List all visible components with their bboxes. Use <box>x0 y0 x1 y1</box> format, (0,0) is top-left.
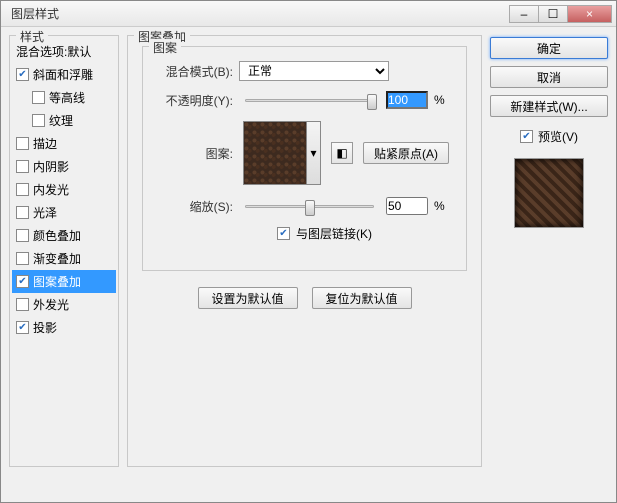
style-label-2: 等高线 <box>49 89 85 106</box>
style-label-1: 斜面和浮雕 <box>33 66 93 83</box>
styles-list: 样式 混合选项:默认斜面和浮雕等高线纹理描边内阴影内发光光泽颜色叠加渐变叠加图案… <box>9 35 119 467</box>
close-button[interactable]: × <box>567 5 612 23</box>
ok-button[interactable]: 确定 <box>490 37 608 59</box>
set-default-button[interactable]: 设置为默认值 <box>198 287 298 309</box>
titlebar[interactable]: 图层样式 – ☐ × <box>1 1 616 27</box>
style-label-3: 纹理 <box>49 112 73 129</box>
blend-mode-select[interactable]: 正常 <box>239 61 389 81</box>
style-label-6: 内发光 <box>33 181 69 198</box>
style-item-7[interactable]: 光泽 <box>12 201 116 224</box>
style-label-0: 混合选项:默认 <box>16 43 91 60</box>
style-label-8: 颜色叠加 <box>33 227 81 244</box>
style-item-2[interactable]: 等高线 <box>12 86 116 109</box>
opacity-pct: % <box>434 93 454 107</box>
pattern-overlay-panel: 图案叠加 图案 混合模式(B): 正常 不透明度(Y): <box>127 35 482 467</box>
reset-default-button[interactable]: 复位为默认值 <box>312 287 412 309</box>
style-label-7: 光泽 <box>33 204 57 221</box>
style-label-10: 图案叠加 <box>33 273 81 290</box>
style-checkbox-6[interactable] <box>16 183 29 196</box>
style-checkbox-10[interactable] <box>16 275 29 288</box>
scale-label: 缩放(S): <box>155 198 233 215</box>
style-checkbox-2[interactable] <box>32 91 45 104</box>
style-label-9: 渐变叠加 <box>33 250 81 267</box>
style-label-5: 内阴影 <box>33 158 69 175</box>
inner-legend: 图案 <box>149 39 181 56</box>
opacity-thumb[interactable] <box>367 94 377 110</box>
scale-input[interactable] <box>386 197 428 215</box>
style-checkbox-9[interactable] <box>16 252 29 265</box>
style-checkbox-8[interactable] <box>16 229 29 242</box>
opacity-input[interactable] <box>386 91 428 109</box>
scale-thumb[interactable] <box>305 200 315 216</box>
preview-image <box>514 158 584 228</box>
opacity-label: 不透明度(Y): <box>155 92 233 109</box>
window-title: 图层样式 <box>5 5 59 22</box>
style-item-10[interactable]: 图案叠加 <box>12 270 116 293</box>
opacity-slider[interactable] <box>245 99 374 102</box>
style-item-1[interactable]: 斜面和浮雕 <box>12 63 116 86</box>
link-layer-label: 与图层链接(K) <box>296 225 372 242</box>
style-checkbox-7[interactable] <box>16 206 29 219</box>
preview-checkbox[interactable] <box>520 130 533 143</box>
style-item-3[interactable]: 纹理 <box>12 109 116 132</box>
style-checkbox-11[interactable] <box>16 298 29 311</box>
style-checkbox-5[interactable] <box>16 160 29 173</box>
style-item-5[interactable]: 内阴影 <box>12 155 116 178</box>
style-item-8[interactable]: 颜色叠加 <box>12 224 116 247</box>
style-checkbox-4[interactable] <box>16 137 29 150</box>
scale-slider[interactable] <box>245 205 374 208</box>
style-item-11[interactable]: 外发光 <box>12 293 116 316</box>
style-checkbox-12[interactable] <box>16 321 29 334</box>
scale-pct: % <box>434 199 454 213</box>
link-layer-checkbox[interactable] <box>277 227 290 240</box>
style-label-4: 描边 <box>33 135 57 152</box>
pattern-group: 图案 混合模式(B): 正常 不透明度(Y): % <box>142 46 467 271</box>
new-style-button[interactable]: 新建样式(W)... <box>490 95 608 117</box>
style-item-9[interactable]: 渐变叠加 <box>12 247 116 270</box>
style-item-4[interactable]: 描边 <box>12 132 116 155</box>
preview-label: 预览(V) <box>538 128 578 145</box>
cancel-button[interactable]: 取消 <box>490 66 608 88</box>
style-label-12: 投影 <box>33 319 57 336</box>
pattern-swatch[interactable] <box>243 121 307 185</box>
new-pattern-icon[interactable]: ◧ <box>331 142 353 164</box>
style-item-12[interactable]: 投影 <box>12 316 116 339</box>
style-checkbox-3[interactable] <box>32 114 45 127</box>
pattern-label: 图案: <box>155 145 233 162</box>
pattern-dropdown[interactable]: ▾ <box>307 121 321 185</box>
style-label-11: 外发光 <box>33 296 69 313</box>
minimize-button[interactable]: – <box>509 5 539 23</box>
styles-legend: 样式 <box>16 28 48 45</box>
style-checkbox-1[interactable] <box>16 68 29 81</box>
style-item-6[interactable]: 内发光 <box>12 178 116 201</box>
layer-style-dialog: 图层样式 – ☐ × 样式 混合选项:默认斜面和浮雕等高线纹理描边内阴影内发光光… <box>0 0 617 503</box>
blend-mode-label: 混合模式(B): <box>155 63 233 80</box>
snap-origin-button[interactable]: 贴紧原点(A) <box>363 142 449 164</box>
maximize-button[interactable]: ☐ <box>538 5 568 23</box>
